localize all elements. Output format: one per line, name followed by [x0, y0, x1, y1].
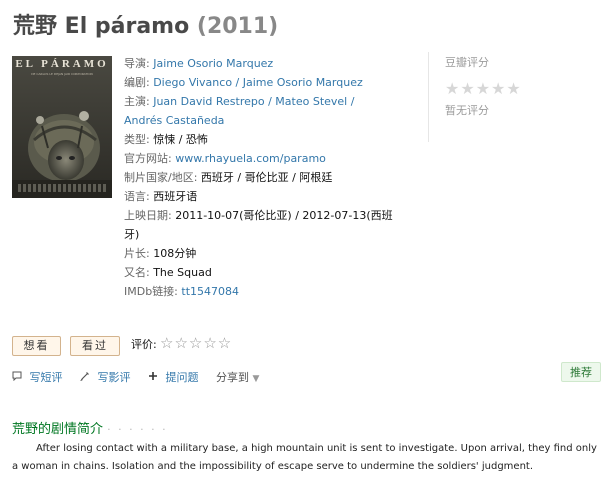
pencil-icon	[80, 371, 94, 384]
imdb-row: IMDb链接: tt1547084	[124, 282, 394, 301]
cast-label: 主演:	[124, 95, 154, 108]
movie-info: 导演: Jaime Osorio Marquez 编剧: Diego Vivan…	[124, 54, 394, 301]
aka-label: 又名:	[124, 266, 154, 279]
country-row: 制片国家/地区: 西班牙 / 哥伦比亚 / 阿根廷	[124, 168, 394, 187]
release-row: 上映日期: 2011-10-07(哥伦比亚) / 2012-07-13(西班牙)	[124, 206, 394, 244]
writer-label: 编剧:	[124, 76, 154, 89]
aka-value: The Squad	[153, 266, 212, 279]
imdb-link[interactable]: tt1547084	[181, 285, 239, 298]
genre-value: 惊悚 / 恐怖	[153, 133, 208, 146]
share-dropdown[interactable]: 分享到 ▼	[216, 370, 259, 387]
genre-row: 类型: 惊悚 / 恐怖	[124, 130, 394, 149]
rating-label: 豆瓣评分	[445, 56, 489, 69]
cast-row: 主演: Juan David Restrepo / Mateo Stevel /…	[124, 92, 394, 130]
country-value: 西班牙 / 哥伦比亚 / 阿根廷	[200, 171, 333, 184]
country-label: 制片国家/地区:	[124, 171, 201, 184]
runtime-label: 片长:	[124, 247, 154, 260]
poster-credits	[18, 184, 106, 192]
rating-divider	[428, 52, 429, 142]
poster-title: EL PÁRAMO	[15, 58, 109, 70]
want-to-watch-button[interactable]: 想看	[12, 336, 61, 356]
imdb-label: IMDb链接:	[124, 285, 182, 298]
ask-question-label: 提问题	[165, 371, 199, 384]
rating-panel: 豆瓣评分 ★★★★★ 暂无评分	[445, 54, 522, 118]
poster-subtitle: DE CARLOS LE DEJAN JAIR CORPORATION	[31, 72, 93, 76]
write-review-link[interactable]: 写影评	[80, 370, 131, 386]
runtime-value: 108分钟	[153, 247, 197, 260]
site-row: 官方网站: www.rhayuela.com/paramo	[124, 149, 394, 168]
recommend-button[interactable]: 推荐	[561, 362, 601, 382]
cast-links[interactable]: Juan David Restrepo / Mateo Stevel / And…	[124, 95, 354, 127]
release-label: 上映日期:	[124, 209, 176, 222]
director-link[interactable]: Jaime Osorio Marquez	[153, 57, 273, 70]
language-value: 西班牙语	[153, 190, 198, 203]
language-row: 语言: 西班牙语	[124, 187, 394, 206]
ask-question-link[interactable]: 提问题	[148, 370, 199, 386]
official-site-link[interactable]: www.rhayuela.com/paramo	[175, 152, 326, 165]
director-row: 导演: Jaime Osorio Marquez	[124, 54, 394, 73]
watched-button[interactable]: 看过	[70, 336, 120, 356]
write-review-label: 写影评	[97, 371, 131, 384]
movie-title: 荒野 El páramo	[13, 14, 190, 39]
share-label: 分享到	[216, 371, 249, 384]
plus-icon	[148, 371, 162, 384]
no-rating-text: 暂无评分	[445, 104, 489, 117]
rate-stars-input[interactable]: ☆☆☆☆☆	[160, 333, 232, 353]
rating-stars: ★★★★★	[445, 79, 522, 98]
action-links: 写短评 写影评 提问题 分享到 ▼	[12, 370, 273, 387]
page-title: 荒野 El páramo (2011)	[13, 8, 278, 40]
writer-row: 编剧: Diego Vivanco / Jaime Osorio Marquez	[124, 73, 394, 92]
poster-image	[12, 56, 112, 198]
movie-poster[interactable]: EL PÁRAMO DE CARLOS LE DEJAN JAIR CORPOR…	[12, 56, 112, 198]
write-short-review-link[interactable]: 写短评	[12, 370, 63, 386]
chevron-down-icon: ▼	[252, 374, 260, 384]
aka-row: 又名: The Squad	[124, 263, 394, 282]
site-label: 官方网站:	[124, 152, 176, 165]
synopsis-title: 荒野的剧情简介	[12, 422, 104, 437]
synopsis-dots: · · · · · ·	[107, 423, 168, 436]
writer-links[interactable]: Diego Vivanco / Jaime Osorio Marquez	[153, 76, 363, 89]
runtime-row: 片长: 108分钟	[124, 244, 394, 263]
comment-icon	[12, 371, 26, 384]
rate-label: 评价:	[131, 338, 157, 351]
movie-year: (2011)	[196, 14, 279, 39]
genre-label: 类型:	[124, 133, 154, 146]
write-short-review-label: 写短评	[29, 371, 63, 384]
director-label: 导演:	[124, 57, 154, 70]
language-label: 语言:	[124, 190, 154, 203]
synopsis-text: After losing contact with a military bas…	[12, 443, 597, 472]
synopsis-heading: 荒野的剧情简介 · · · · · ·	[12, 418, 168, 437]
